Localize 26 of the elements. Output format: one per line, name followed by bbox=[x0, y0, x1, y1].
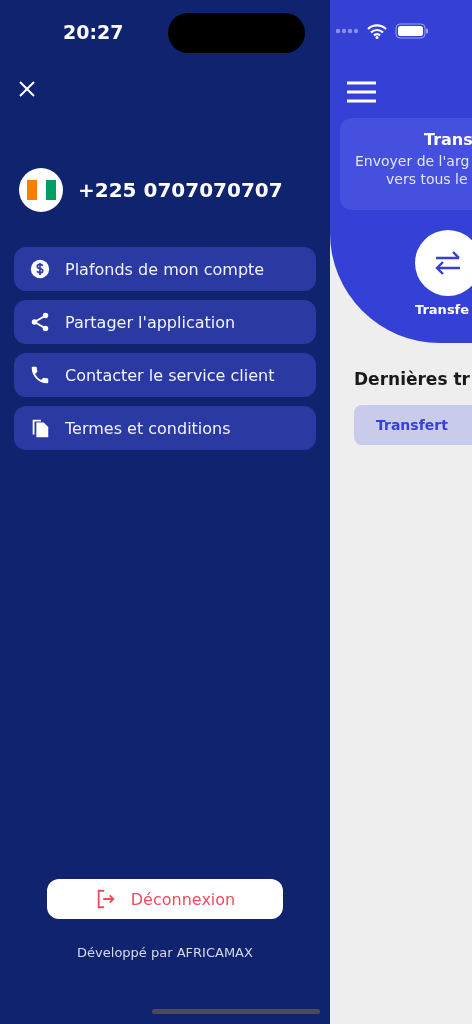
menu-item[interactable]: Termes et conditions bbox=[14, 406, 316, 450]
signal-icon bbox=[335, 28, 359, 34]
logout-button[interactable]: Déconnexion bbox=[47, 879, 283, 919]
card-description: Envoyer de l'arg bbox=[355, 153, 470, 169]
menu-item[interactable]: Contacter le service client bbox=[14, 353, 316, 397]
menu-item[interactable]: Partager l'application bbox=[14, 300, 316, 344]
menu-item[interactable]: Plafonds de mon compte bbox=[14, 247, 316, 291]
card-description: vers tous le bbox=[386, 171, 468, 187]
close-icon[interactable] bbox=[18, 80, 36, 98]
wifi-icon bbox=[367, 23, 387, 39]
filter-tab[interactable]: Transfert bbox=[354, 405, 472, 445]
card-title: Trans bbox=[424, 130, 472, 149]
battery-icon bbox=[395, 23, 429, 39]
developer-credit: Développé par AFRICAMAX bbox=[76, 945, 254, 960]
section-title: Dernières tr bbox=[354, 369, 471, 389]
status-time: 20:27 bbox=[63, 21, 123, 43]
transfer-button[interactable] bbox=[415, 230, 472, 296]
dollar-icon bbox=[29, 258, 51, 280]
share-icon bbox=[29, 311, 51, 333]
phone-number: +225 0707070707 bbox=[78, 178, 283, 202]
swap-arrows-icon bbox=[434, 250, 462, 276]
flag-icon bbox=[19, 168, 63, 212]
phone-icon bbox=[29, 364, 51, 386]
menu-icon[interactable] bbox=[347, 81, 376, 103]
transfer-card[interactable]: Trans Envoyer de l'arg vers tous le bbox=[340, 118, 472, 210]
transfer-label: Transfe bbox=[415, 302, 470, 317]
